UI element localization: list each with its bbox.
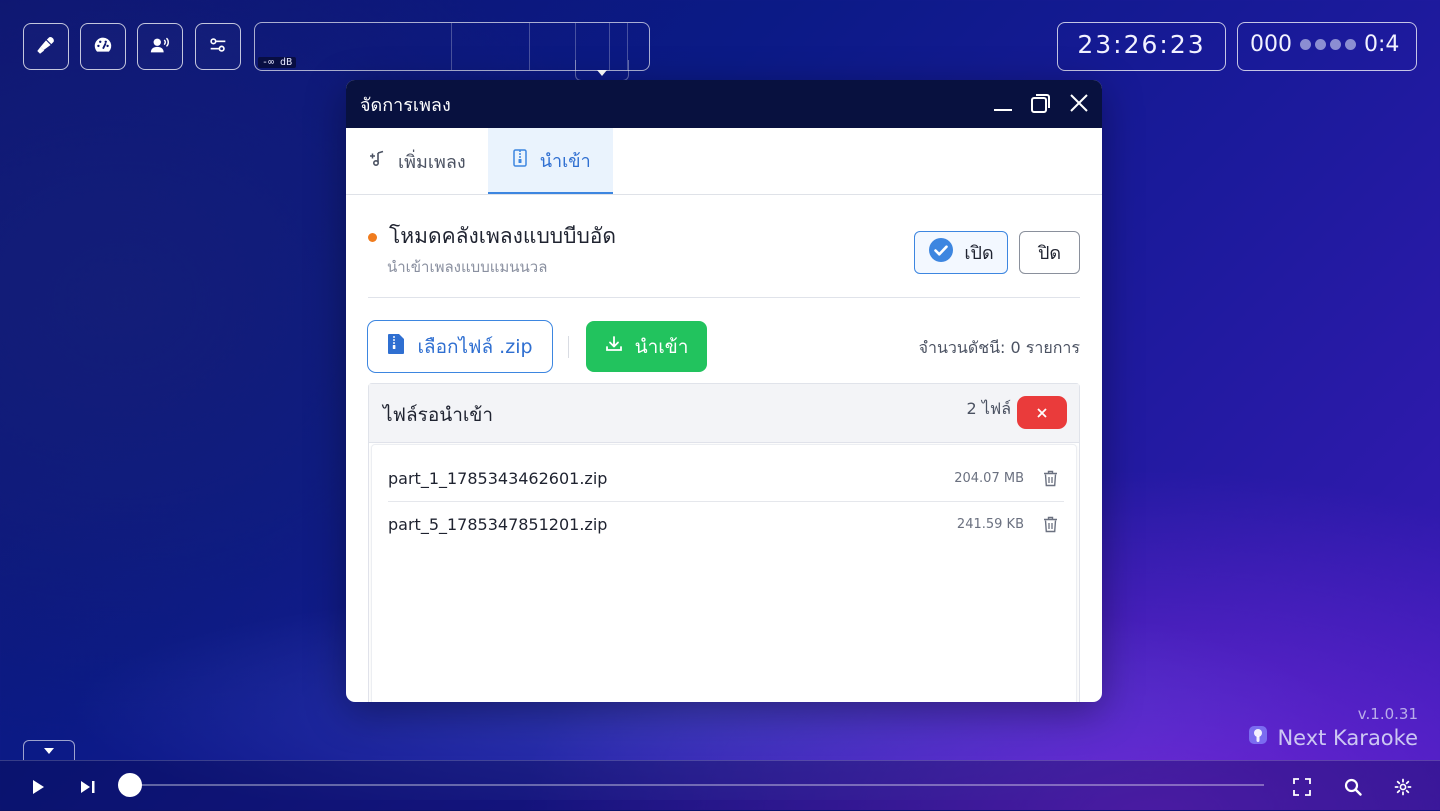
clock-display: 23:26:23: [1057, 22, 1226, 71]
mode-on-button[interactable]: เปิด: [914, 231, 1008, 274]
dialog-tabs: เพิ่มเพลง นำเข้า: [346, 128, 1102, 195]
microphone-icon: [35, 34, 57, 60]
minimize-button[interactable]: [992, 92, 1014, 114]
score-dot: [1345, 39, 1356, 50]
skip-next-icon: [81, 781, 95, 793]
fullscreen-button[interactable]: [1291, 776, 1313, 798]
score-dots: [1300, 39, 1356, 50]
mode-off-button[interactable]: ปิด: [1019, 231, 1080, 274]
pending-files-header: ไฟล์รอนำเข้า 2 ไฟล์: [369, 384, 1079, 443]
tab-add-song-label: เพิ่มเพลง: [398, 151, 466, 173]
voice-button[interactable]: [137, 23, 183, 70]
sliders-icon: [207, 34, 229, 60]
song-manager-dialog: จัดการเพลง เพิ่มเพลง นำเข้า โหมดคลังเพลง…: [346, 80, 1102, 702]
mode-subtitle: นำเข้าเพลงแบบแมนนวล: [387, 258, 548, 276]
tab-import[interactable]: นำเข้า: [487, 128, 613, 194]
app-brand-name: Next Karaoke: [1277, 725, 1418, 750]
score-display: 000 0:4: [1237, 22, 1417, 71]
dialog-titlebar: จัดการเพลง: [346, 80, 1102, 128]
player-bar: [0, 760, 1440, 811]
restore-icon: [1031, 94, 1050, 113]
microphone-button[interactable]: [23, 23, 69, 70]
score-dot: [1315, 39, 1326, 50]
search-button[interactable]: [1342, 776, 1364, 798]
close-icon: [1070, 94, 1088, 112]
pending-files-count: 2 ไฟล์: [966, 399, 1011, 418]
gauge-icon: [92, 34, 114, 60]
zip-file-icon: [387, 333, 405, 360]
file-name: part_1_1785343462601.zip: [388, 468, 608, 488]
trash-icon: [1043, 470, 1057, 486]
score-value: 000: [1250, 32, 1292, 57]
dashboard-button[interactable]: [80, 23, 126, 70]
mode-title: โหมดคลังเพลงแบบบีบอัด: [389, 224, 617, 248]
app-logo-icon: [1247, 724, 1269, 751]
music-add-icon: [368, 149, 388, 174]
caret-down-icon: [597, 61, 607, 80]
file-size: 241.59 KB: [956, 516, 1024, 532]
zip-file-icon: [510, 148, 530, 173]
section-divider: [368, 297, 1080, 298]
progress-track[interactable]: [128, 784, 1264, 786]
file-size: 204.07 MB: [954, 470, 1024, 486]
file-name: part_5_1785347851201.zip: [388, 514, 608, 534]
check-circle-icon: [928, 237, 954, 268]
tab-add-song[interactable]: เพิ่มเพลง: [346, 128, 488, 194]
tab-import-label: นำเข้า: [539, 150, 591, 172]
pending-files-title: ไฟล์รอนำเข้า: [383, 404, 494, 426]
next-button[interactable]: [77, 776, 99, 798]
meter-tick: [529, 23, 530, 70]
score-dot: [1330, 39, 1341, 50]
gear-icon: [1394, 778, 1412, 796]
caret-down-icon: [44, 747, 54, 754]
speaking-head-icon: [149, 34, 171, 60]
import-button[interactable]: นำเข้า: [586, 321, 707, 372]
delete-file-button[interactable]: [1042, 515, 1058, 533]
score-time: 0:4: [1364, 32, 1400, 57]
list-item: part_5_1785347851201.zip 241.59 KB: [388, 501, 1064, 547]
progress-knob[interactable]: [118, 773, 142, 797]
action-separator: [568, 336, 569, 358]
mixer-button[interactable]: [195, 23, 241, 70]
delete-file-button[interactable]: [1042, 469, 1058, 487]
choose-zip-label: เลือกไฟล์ .zip: [417, 335, 533, 358]
app-brand: Next Karaoke: [1247, 724, 1418, 751]
play-icon: [33, 780, 44, 794]
pending-files-panel: ไฟล์รอนำเข้า 2 ไฟล์ part_1_1785343462601…: [368, 383, 1080, 702]
list-item: part_1_1785343462601.zip 204.07 MB: [388, 455, 1064, 502]
queue-expand-toggle[interactable]: [23, 740, 75, 760]
meter-tick: [451, 23, 452, 70]
play-button[interactable]: [27, 776, 49, 798]
mode-on-label: เปิด: [964, 243, 994, 264]
app-version: v.1.0.31: [1357, 705, 1418, 723]
trash-icon: [1043, 516, 1057, 532]
minimize-icon: [994, 109, 1012, 111]
restore-button[interactable]: [1030, 92, 1052, 114]
clear-all-button[interactable]: [1017, 396, 1067, 429]
dialog-title: จัดการเพลง: [360, 94, 451, 116]
index-count: จำนวนดัชนี: 0 รายการ: [918, 338, 1080, 357]
close-icon: [1037, 407, 1047, 418]
window-controls: [992, 92, 1090, 114]
pending-file-list: part_1_1785343462601.zip 204.07 MB part_…: [371, 444, 1077, 702]
import-button-label: นำเข้า: [634, 335, 689, 358]
status-dot: [368, 233, 377, 242]
meter-db-label: -∞ dB: [258, 57, 297, 68]
close-button[interactable]: [1068, 92, 1090, 114]
search-icon: [1344, 778, 1362, 796]
fullscreen-icon: [1293, 778, 1311, 796]
settings-button[interactable]: [1392, 776, 1414, 798]
choose-zip-button[interactable]: เลือกไฟล์ .zip: [367, 320, 553, 373]
score-dot: [1300, 39, 1311, 50]
meter-dropdown-toggle[interactable]: [575, 60, 629, 81]
mode-off-label: ปิด: [1037, 243, 1062, 264]
download-icon: [605, 335, 623, 358]
